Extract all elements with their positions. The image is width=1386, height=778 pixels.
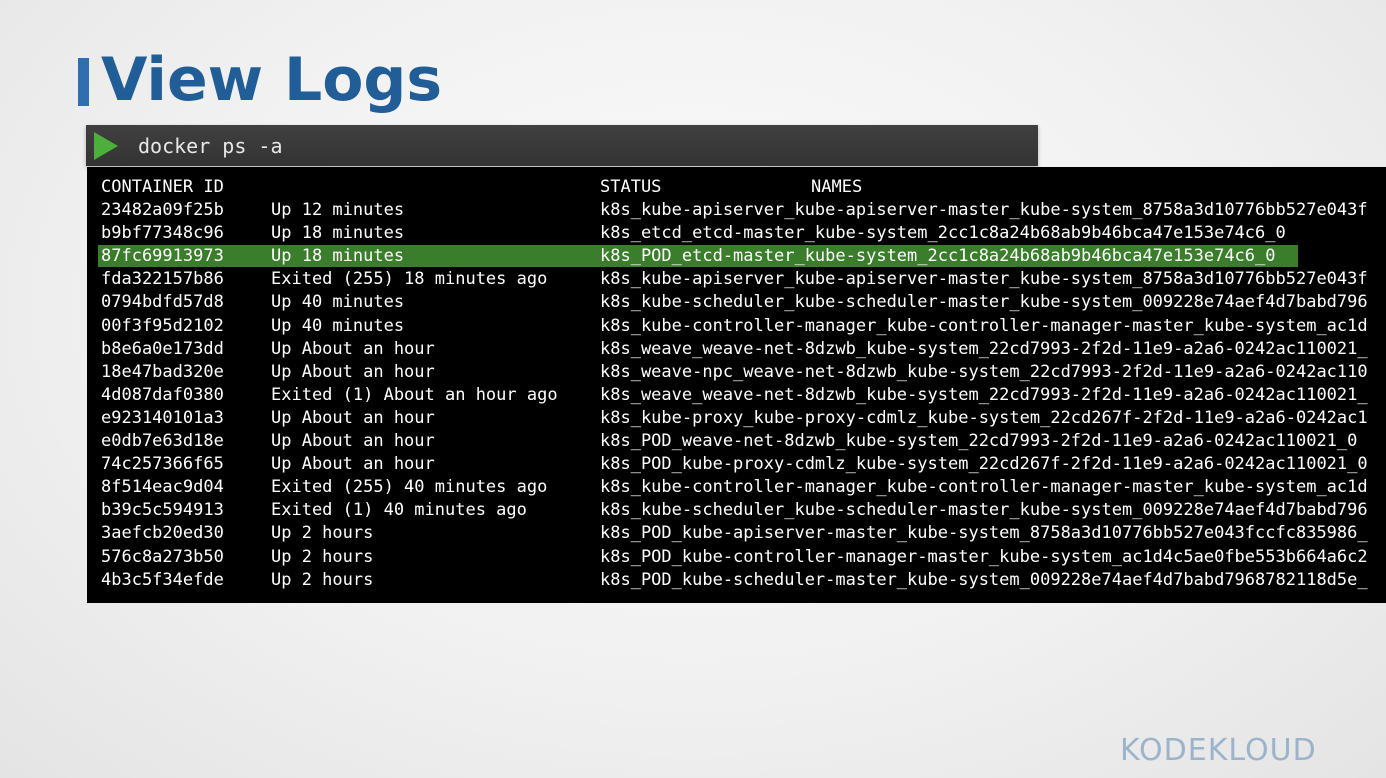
table-row: e0db7e63d18e Up About an hour k8s_POD_weav… [87, 430, 1386, 453]
names-cell: k8s_kube-apiserver_kube-apiserver-master… [600, 269, 1368, 290]
header-names: NAMES [811, 177, 863, 197]
container-id-cell: b9bf77348c96 [101, 223, 224, 244]
status-cell: Up 40 minutes [271, 292, 405, 313]
table-row: 18e47bad320e Up About an hour k8s_weave-np… [87, 361, 1386, 384]
names-cell: k8s_weave-npc_weave-net-8dzwb_kube-syste… [600, 361, 1368, 382]
status-cell: Up 2 hours [271, 546, 374, 567]
names-cell: k8s_POD_weave-net-8dzwb_kube-system_22cd… [600, 431, 1358, 452]
status-cell: Up About an hour [271, 431, 435, 452]
status-cell: Up 2 hours [271, 523, 374, 544]
status-cell: Exited (255) 18 minutes ago [271, 269, 548, 290]
table-row: 00f3f95d2102 Up 40 minutes k8s_kube-contro… [87, 315, 1386, 338]
status-cell: Up 18 minutes [271, 223, 405, 244]
names-cell: k8s_kube-scheduler_kube-scheduler-master… [600, 500, 1368, 521]
names-cell: k8s_etcd_etcd-master_kube-system_2cc1c8a… [600, 223, 1286, 244]
status-cell: Exited (255) 40 minutes ago [271, 477, 548, 498]
table-row: b39c5c594913 Exited (1) 40 minutes ago k8s… [87, 499, 1386, 522]
table-row: e923140101a3 Up About an hour k8s_kube-pro… [87, 407, 1386, 430]
names-cell: k8s_kube-controller-manager_kube-control… [600, 477, 1368, 498]
container-id-cell: e923140101a3 [101, 407, 224, 428]
terminal-output: CONTAINER ID STATUS NAMES 23482a09f25b Up… [87, 167, 1386, 603]
title-accent-bar [78, 58, 89, 106]
container-id-cell: 23482a09f25b [101, 200, 224, 221]
table-row: 4b3c5f34efde Up 2 hours k8s_POD_kube-sched… [87, 569, 1386, 592]
table-row: b9bf77348c96 Up 18 minutes k8s_etcd_etcd-m… [87, 222, 1386, 245]
container-id-cell: 00f3f95d2102 [101, 315, 224, 336]
table-row: 3aefcb20ed30 Up 2 hours k8s_POD_kube-apise… [87, 522, 1386, 545]
kodekloud-logo: KODEKLOUD [1120, 733, 1317, 768]
status-cell: Up About an hour [271, 361, 435, 382]
status-cell: Up About an hour [271, 338, 435, 359]
container-id-cell: fda322157b86 [101, 269, 224, 290]
container-id-cell: b8e6a0e173dd [101, 338, 224, 359]
table-row: 74c257366f65 Up About an hour k8s_POD_kube… [87, 453, 1386, 476]
terminal-rows: CONTAINER ID STATUS NAMES 23482a09f25b Up… [87, 176, 1386, 592]
names-cell: k8s_kube-controller-manager_kube-control… [600, 315, 1368, 336]
command-bar: docker ps -a [86, 125, 1038, 166]
status-cell: Exited (1) 40 minutes ago [271, 500, 527, 521]
table-row: b8e6a0e173dd Up About an hour k8s_weave_we… [87, 338, 1386, 361]
play-icon [94, 132, 118, 160]
status-cell: Up 12 minutes [271, 200, 405, 221]
table-row: 23482a09f25b Up 12 minutes k8s_kube-apiser… [87, 199, 1386, 222]
names-cell: k8s_POD_kube-proxy-cdmlz_kube-system_22c… [600, 454, 1368, 475]
names-cell: k8s_kube-apiserver_kube-apiserver-master… [600, 200, 1368, 221]
status-cell: Up About an hour [271, 454, 435, 475]
names-cell: k8s_POD_kube-controller-manager-master_k… [600, 546, 1368, 567]
container-id-cell: 8f514eac9d04 [101, 477, 224, 498]
table-row: 576c8a273b50 Up 2 hours k8s_POD_kube-contr… [87, 546, 1386, 569]
container-id-cell: 87fc69913973 [101, 246, 224, 267]
names-cell: k8s_kube-proxy_kube-proxy-cdmlz_kube-sys… [600, 407, 1368, 428]
table-row: 8f514eac9d04 Exited (255) 40 minutes ago k… [87, 476, 1386, 499]
table-header-row: CONTAINER ID STATUS NAMES [87, 176, 1386, 199]
container-id-cell: 3aefcb20ed30 [101, 523, 224, 544]
container-id-cell: 576c8a273b50 [101, 546, 224, 567]
table-row: fda322157b86 Exited (255) 18 minutes ago k… [87, 268, 1386, 291]
names-cell: k8s_POD_kube-apiserver-master_kube-syste… [600, 523, 1368, 544]
container-id-cell: 74c257366f65 [101, 454, 224, 475]
status-cell: Up About an hour [271, 407, 435, 428]
container-id-cell: 4d087daf0380 [101, 384, 224, 405]
container-id-cell: b39c5c594913 [101, 500, 224, 521]
status-cell: Up 18 minutes [271, 246, 405, 267]
container-id-cell: 18e47bad320e [101, 361, 224, 382]
status-cell: Up 40 minutes [271, 315, 405, 336]
table-row: 4d087daf0380 Exited (1) About an hour ago… [87, 384, 1386, 407]
header-status: STATUS [600, 177, 662, 197]
command-text: docker ps -a [138, 134, 283, 158]
names-cell: k8s_weave_weave-net-8dzwb_kube-system_22… [600, 384, 1368, 405]
status-cell: Up 2 hours [271, 569, 374, 590]
container-id-cell: 0794bdfd57d8 [101, 292, 224, 313]
slide-title: View Logs [101, 45, 443, 115]
table-row-highlighted: 87fc69913973 Up 18 minutes k8s_POD_etcd-ma… [87, 245, 1299, 268]
names-cell: k8s_POD_etcd-master_kube-system_2cc1c8a2… [600, 246, 1276, 267]
header-container-id: CONTAINER ID [101, 177, 224, 197]
container-id-cell: e0db7e63d18e [101, 431, 224, 452]
names-cell: k8s_POD_kube-scheduler-master_kube-syste… [600, 569, 1368, 590]
container-id-cell: 4b3c5f34efde [101, 569, 224, 590]
status-cell: Exited (1) About an hour ago [271, 384, 558, 405]
table-row: 0794bdfd57d8 Up 40 minutes k8s_kube-schedu… [87, 291, 1386, 314]
names-cell: k8s_weave_weave-net-8dzwb_kube-system_22… [600, 338, 1368, 359]
names-cell: k8s_kube-scheduler_kube-scheduler-master… [600, 292, 1368, 313]
